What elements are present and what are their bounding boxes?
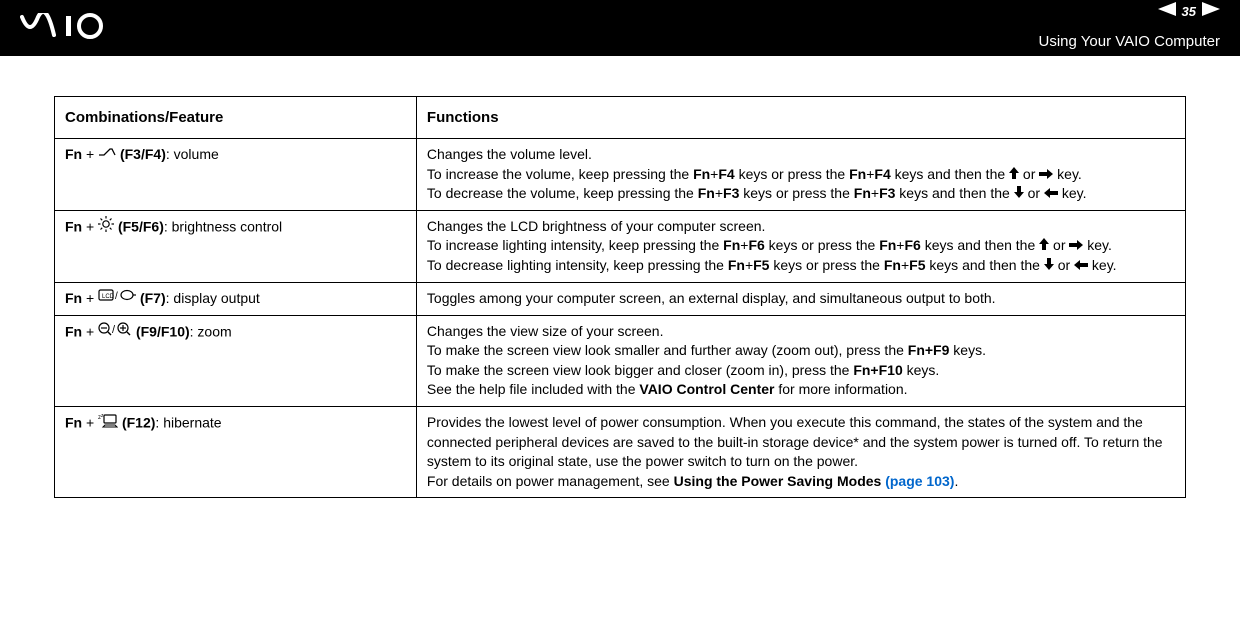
down-arrow-icon (1014, 185, 1024, 203)
function-line: To decrease lighting intensity, keep pre… (427, 256, 1175, 276)
header-functions: Functions (416, 97, 1185, 139)
fn-prefix: Fn (65, 415, 82, 431)
function-line: To make the screen view look bigger and … (427, 361, 1175, 381)
combo-label: : brightness control (164, 218, 282, 234)
combo-keys: (F5/F6) (114, 218, 164, 234)
function-cell: Changes the volume level.To increase the… (416, 139, 1185, 211)
function-cell: Provides the lowest level of power consu… (416, 407, 1185, 498)
table-header-row: Combinations/Feature Functions (55, 97, 1186, 139)
bold-text: F4 (874, 166, 890, 182)
combo-cell: Fn + (F3/F4): volume (55, 139, 417, 211)
table-row: Fn + (F5/F6): brightness control Changes … (55, 210, 1186, 282)
bold-text: F3 (723, 185, 739, 201)
page-nav: 35 (1158, 2, 1220, 21)
combo-cell: Fn + zz (F12): hibernate (55, 407, 417, 498)
function-line: To make the screen view look smaller and… (427, 341, 1175, 361)
combo-keys: (F7) (136, 290, 166, 306)
display-icon: LCD/ (98, 288, 136, 308)
combo-label: : display output (166, 290, 260, 306)
header-combinations: Combinations/Feature (55, 97, 417, 139)
svg-text:/: / (112, 324, 116, 336)
section-title: Using Your VAIO Computer (1039, 33, 1220, 50)
volume-icon (98, 145, 116, 165)
bold-text: Using the Power Saving Modes (674, 473, 882, 489)
function-line: Changes the volume level. (427, 145, 1175, 165)
function-line: Changes the view size of your screen. (427, 322, 1175, 342)
bold-text: F4 (718, 166, 734, 182)
vaio-logo-icon (20, 13, 130, 44)
function-line: Toggles among your computer screen, an e… (427, 289, 1175, 309)
combo-keys: (F3/F4) (116, 146, 166, 162)
function-cell: Toggles among your computer screen, an e… (416, 282, 1185, 315)
svg-text:LCD: LCD (102, 294, 115, 300)
up-arrow-icon (1039, 237, 1049, 255)
function-line: To decrease the volume, keep pressing th… (427, 184, 1175, 204)
function-line: Provides the lowest level of power consu… (427, 413, 1175, 472)
function-line: Changes the LCD brightness of your compu… (427, 217, 1175, 237)
bold-text: F6 (748, 237, 764, 253)
function-cell: Changes the LCD brightness of your compu… (416, 210, 1185, 282)
page-number: 35 (1182, 4, 1196, 19)
combo-label: : hibernate (155, 415, 221, 431)
hibernate-icon: zz (98, 412, 118, 434)
bold-text: Fn (698, 185, 715, 201)
function-line: For details on power management, see Usi… (427, 472, 1175, 492)
table-row: Fn + / (F9/F10): zoomChanges the view si… (55, 315, 1186, 406)
table-row: Fn + LCD/ (F7): display output Toggles am… (55, 282, 1186, 315)
page-header: 35 Using Your VAIO Computer (0, 0, 1240, 56)
bold-text: Fn (723, 237, 740, 253)
fn-prefix: Fn (65, 218, 82, 234)
combo-keys: (F12) (118, 415, 155, 431)
bold-text: F3 (879, 185, 895, 201)
combo-cell: Fn + (F5/F6): brightness control (55, 210, 417, 282)
bold-text: Fn (728, 257, 745, 273)
bold-text: Fn+F10 (853, 362, 902, 378)
bold-text: Fn (854, 185, 871, 201)
combo-label: : zoom (190, 323, 232, 339)
content-area: Combinations/Feature Functions Fn + (F3/… (0, 56, 1240, 498)
bold-text: Fn (884, 257, 901, 273)
fn-prefix: Fn (65, 290, 82, 306)
left-arrow-icon (1044, 185, 1058, 203)
fn-prefix: Fn (65, 323, 82, 339)
up-arrow-icon (1009, 166, 1019, 184)
next-page-button[interactable] (1202, 2, 1220, 21)
function-line: See the help file included with the VAIO… (427, 380, 1175, 400)
fn-key-table: Combinations/Feature Functions Fn + (F3/… (54, 96, 1186, 498)
right-arrow-icon (1039, 166, 1053, 184)
bold-text: VAIO Control Center (639, 381, 774, 397)
combo-keys: (F9/F10) (132, 323, 190, 339)
bold-text: Fn (849, 166, 866, 182)
brightness-icon (98, 216, 114, 238)
function-line: To increase the volume, keep pressing th… (427, 165, 1175, 185)
combo-label: : volume (166, 146, 219, 162)
fn-prefix: Fn (65, 146, 82, 162)
bold-text: Fn (693, 166, 710, 182)
right-arrow-icon (1069, 237, 1083, 255)
bold-text: F6 (904, 237, 920, 253)
left-arrow-icon (1074, 257, 1088, 275)
combo-cell: Fn + LCD/ (F7): display output (55, 282, 417, 315)
prev-page-button[interactable] (1158, 2, 1176, 21)
svg-text:/: / (115, 291, 118, 302)
table-row: Fn + zz (F12): hibernateProvides the low… (55, 407, 1186, 498)
zoom-icon: / (98, 321, 132, 343)
bold-text: F5 (909, 257, 925, 273)
down-arrow-icon (1044, 257, 1054, 275)
function-cell: Changes the view size of your screen.To … (416, 315, 1185, 406)
combo-cell: Fn + / (F9/F10): zoom (55, 315, 417, 406)
bold-text: Fn (879, 237, 896, 253)
bold-text: F5 (753, 257, 769, 273)
table-row: Fn + (F3/F4): volumeChanges the volume l… (55, 139, 1186, 211)
function-line: To increase lighting intensity, keep pre… (427, 236, 1175, 256)
page-link[interactable]: (page 103) (885, 473, 954, 489)
bold-text: Fn+F9 (908, 342, 950, 358)
